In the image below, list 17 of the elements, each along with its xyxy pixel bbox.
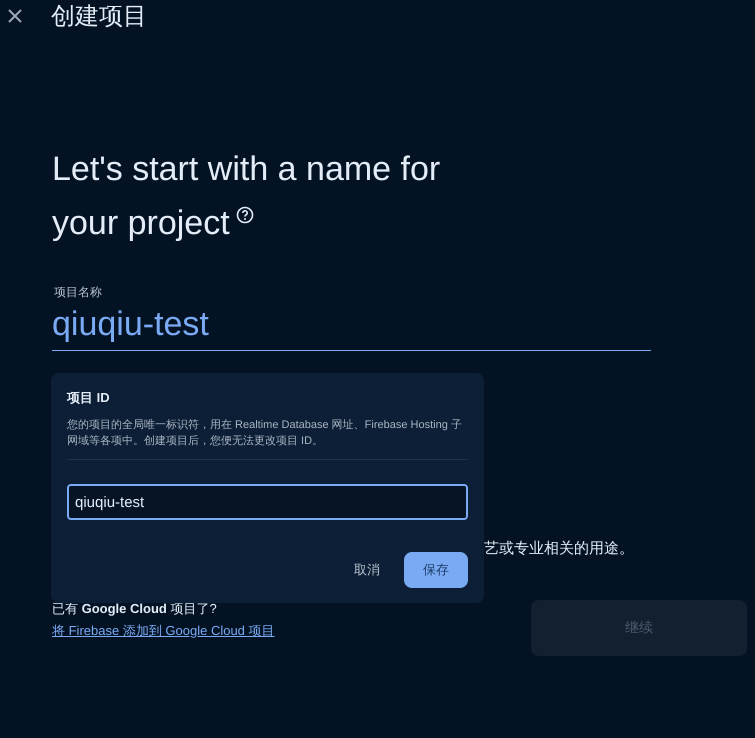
add-firebase-link[interactable]: 将 Firebase 添加到 Google Cloud 项目 — [52, 622, 275, 640]
window-title: 创建项目 — [51, 2, 147, 32]
cancel-button[interactable]: 取消 — [344, 553, 390, 587]
popover-title: 项目 ID — [67, 389, 111, 407]
usage-note: 艺或专业相关的用途。 — [484, 540, 634, 557]
help-icon[interactable] — [236, 206, 254, 224]
heading-line: Let's start with a name for — [52, 149, 440, 190]
heading-line: your project — [52, 203, 230, 244]
project-id-input[interactable]: qiuqiu-test — [67, 484, 468, 520]
close-icon — [7, 8, 23, 24]
project-name-field[interactable]: 项目名称 qiuqiu-test — [52, 284, 651, 351]
field-value: qiuqiu-test — [52, 304, 209, 345]
popover-description: 您的项目的全局唯一标识符，用在 Realtime Database 网址、Firebase Hosting 子网域等各项中。创建项目后，您便无法更改项目 ID。 — [67, 418, 463, 449]
save-button[interactable]: 保存 — [404, 552, 468, 588]
field-label: 项目名称 — [54, 284, 102, 301]
close-button[interactable] — [7, 8, 23, 24]
gcp-question: 已有 Google Cloud 项目了? — [52, 600, 217, 618]
